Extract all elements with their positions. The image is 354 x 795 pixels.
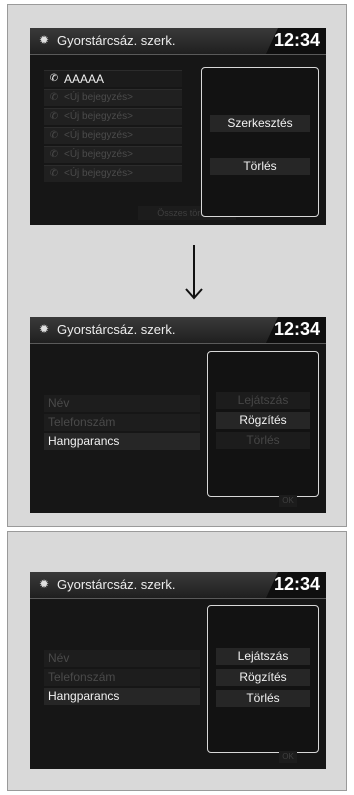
phone-icon: ✆ bbox=[49, 130, 59, 141]
title-bar: ✹ Gyorstárcsáz. szerk. 12:34 bbox=[30, 28, 326, 55]
clock: 12:34 bbox=[273, 574, 320, 594]
screen-title: Gyorstárcsáz. szerk. bbox=[57, 322, 176, 337]
voice-tag-field-label: Hangparancs bbox=[48, 689, 120, 703]
edit-button[interactable]: Szerkesztés bbox=[210, 115, 310, 132]
list-item-label: <Új bejegyzés> bbox=[64, 130, 133, 141]
phone-number-field-label: Telefonszám bbox=[48, 415, 116, 429]
clock: 12:34 bbox=[273, 30, 320, 50]
name-field-label: Név bbox=[48, 396, 70, 410]
phone-icon: ✆ bbox=[49, 149, 59, 160]
list-item[interactable]: ✆ <Új bejegyzés> bbox=[44, 146, 182, 163]
figure-panel-top: ✹ Gyorstárcsáz. szerk. 12:34 ✆ AAAAA ✆ <… bbox=[7, 4, 347, 527]
phone-icon: ✆ bbox=[49, 111, 59, 122]
list-item[interactable]: ✆ AAAAA bbox=[44, 70, 182, 87]
ok-button[interactable]: OK bbox=[279, 495, 297, 507]
phone-icon: ✆ bbox=[49, 92, 59, 103]
screen-voice-tag-options: ✹ Gyorstárcsáz. szerk. 12:34 Név Telefon… bbox=[30, 572, 326, 769]
gear-icon: ✹ bbox=[39, 322, 50, 336]
options-popup: Szerkesztés Törlés bbox=[201, 67, 319, 217]
list-item[interactable]: ✆ <Új bejegyzés> bbox=[44, 127, 182, 144]
title-bar: ✹ Gyorstárcsáz. szerk. 12:34 bbox=[30, 572, 326, 599]
gear-icon: ✹ bbox=[39, 33, 50, 47]
voice-tag-field-label: Hangparancs bbox=[48, 434, 120, 448]
screen-title: Gyorstárcsáz. szerk. bbox=[57, 577, 176, 592]
clock: 12:34 bbox=[273, 319, 320, 339]
delete-button[interactable]: Törlés bbox=[210, 158, 310, 175]
delete-button[interactable]: Törlés bbox=[216, 432, 310, 449]
voice-tag-popup: Lejátszás Rögzítés Törlés bbox=[207, 351, 319, 497]
voice-tag-field[interactable]: Hangparancs bbox=[44, 688, 200, 705]
list-item-label: <Új bejegyzés> bbox=[64, 111, 133, 122]
voice-tag-popup: Lejátszás Rögzítés Törlés bbox=[207, 605, 319, 753]
list-item-label: <Új bejegyzés> bbox=[64, 149, 133, 160]
voice-tag-field[interactable]: Hangparancs bbox=[44, 433, 200, 450]
delete-button[interactable]: Törlés bbox=[216, 690, 310, 707]
screen-voice-tag-recording: ✹ Gyorstárcsáz. szerk. 12:34 Név Telefon… bbox=[30, 317, 326, 513]
arrow-down-icon bbox=[185, 245, 203, 300]
figure-panel-bottom: ✹ Gyorstárcsáz. szerk. 12:34 Név Telefon… bbox=[7, 531, 347, 791]
gear-icon: ✹ bbox=[39, 577, 50, 591]
list-item[interactable]: ✆ <Új bejegyzés> bbox=[44, 108, 182, 125]
phone-number-field[interactable]: Telefonszám bbox=[44, 669, 200, 686]
record-button[interactable]: Rögzítés bbox=[216, 412, 310, 429]
list-item[interactable]: ✆ <Új bejegyzés> bbox=[44, 89, 182, 106]
screen-speed-dial-list: ✹ Gyorstárcsáz. szerk. 12:34 ✆ AAAAA ✆ <… bbox=[30, 28, 326, 225]
phone-number-field[interactable]: Telefonszám bbox=[44, 414, 200, 431]
phone-icon: ✆ bbox=[49, 73, 59, 84]
record-button[interactable]: Rögzítés bbox=[216, 669, 310, 686]
name-field-label: Név bbox=[48, 651, 70, 665]
list-item-label: <Új bejegyzés> bbox=[64, 92, 133, 103]
list-item-label: <Új bejegyzés> bbox=[64, 168, 133, 179]
phone-icon: ✆ bbox=[49, 168, 59, 179]
title-bar: ✹ Gyorstárcsáz. szerk. 12:34 bbox=[30, 317, 326, 344]
ok-button[interactable]: OK bbox=[279, 751, 297, 763]
name-field[interactable]: Név bbox=[44, 395, 200, 412]
list-item-label: AAAAA bbox=[64, 72, 105, 86]
phone-number-field-label: Telefonszám bbox=[48, 670, 116, 684]
play-button[interactable]: Lejátszás bbox=[216, 648, 310, 665]
list-item[interactable]: ✆ <Új bejegyzés> bbox=[44, 165, 182, 182]
play-button[interactable]: Lejátszás bbox=[216, 392, 310, 409]
screen-title: Gyorstárcsáz. szerk. bbox=[57, 33, 176, 48]
name-field[interactable]: Név bbox=[44, 650, 200, 667]
